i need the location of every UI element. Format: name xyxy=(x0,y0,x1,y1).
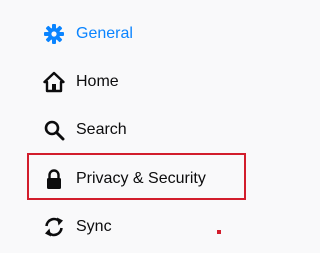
gear-icon xyxy=(43,23,65,45)
preferences-sidebar: General Home Search Privacy & Security S… xyxy=(0,0,251,253)
search-icon xyxy=(43,119,65,141)
sidebar-item-label: General xyxy=(76,25,133,42)
sidebar-item-general[interactable]: General xyxy=(43,20,133,48)
sidebar-item-label: Home xyxy=(76,73,119,90)
sidebar-item-search[interactable]: Search xyxy=(43,116,127,144)
red-marker-dot xyxy=(217,230,221,234)
highlight-box xyxy=(27,153,246,200)
sidebar-item-label: Sync xyxy=(76,218,112,235)
sidebar-item-home[interactable]: Home xyxy=(43,68,119,96)
home-icon xyxy=(43,71,65,93)
sidebar-item-sync[interactable]: Sync xyxy=(43,213,112,241)
sync-icon xyxy=(43,216,65,238)
sidebar-item-label: Search xyxy=(76,121,127,138)
